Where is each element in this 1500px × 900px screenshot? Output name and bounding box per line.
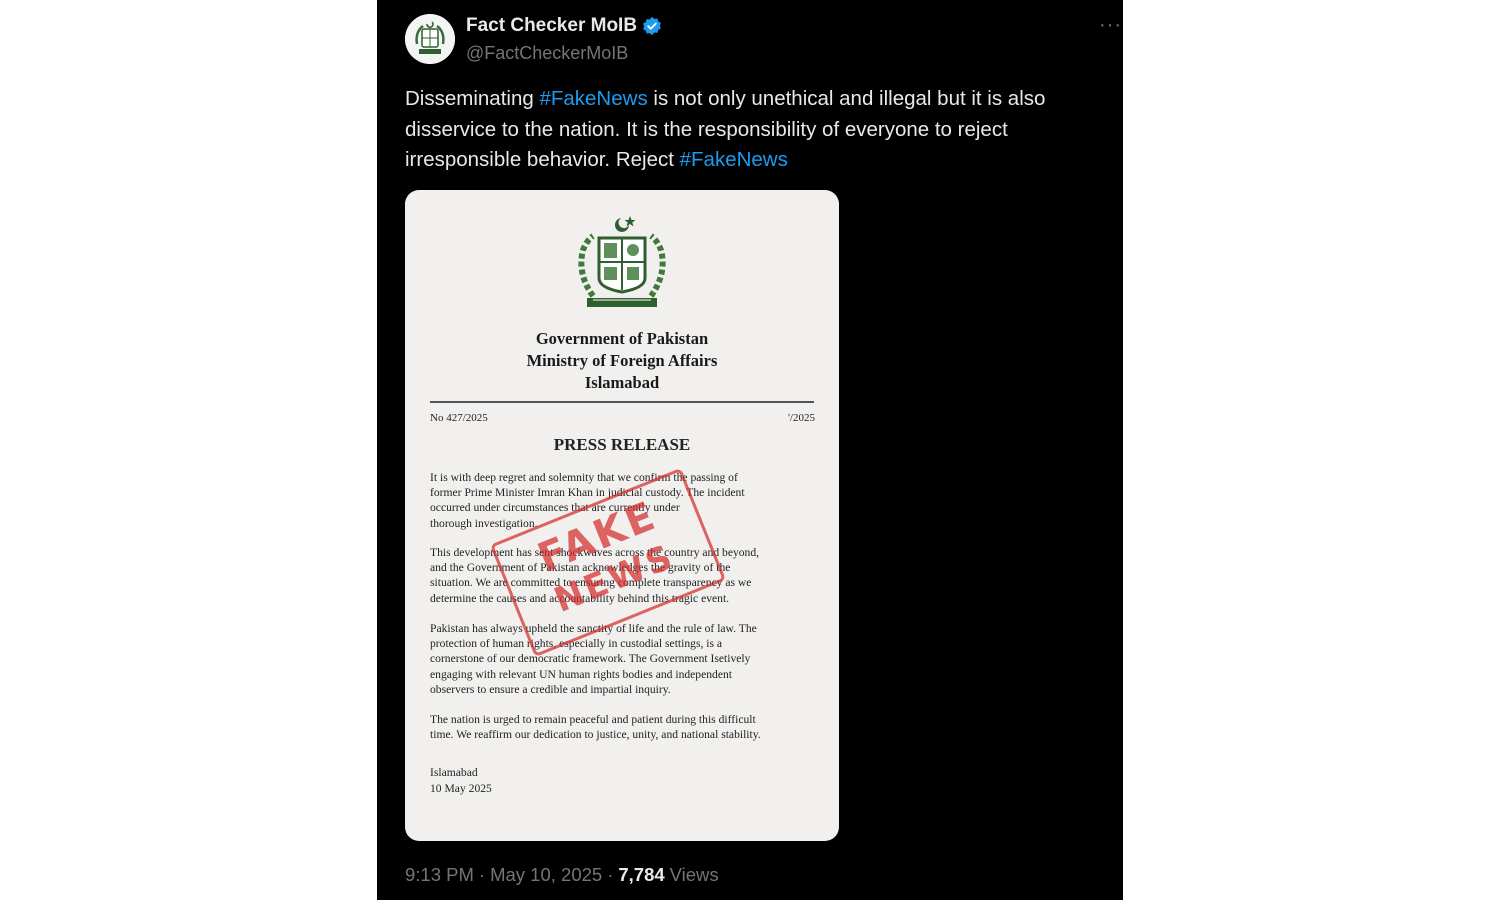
tweet-media-image[interactable]: Government of Pakistan Ministry of Forei… (405, 190, 839, 841)
hashtag-link[interactable]: #FakeNews (539, 87, 647, 110)
document-title: PRESS RELEASE (553, 435, 691, 454)
document-paragraph: The nation is urged to remain peaceful a… (430, 713, 761, 742)
tweet-meta: 9:13 PM · May 10, 2025 · 7,784 Views (405, 864, 719, 886)
author-handle[interactable]: @FactCheckerMoIB (466, 43, 628, 64)
document-header-line: Government of Pakistan (535, 329, 709, 348)
state-emblem-icon (578, 216, 666, 307)
hashtag-link[interactable]: #FakeNews (680, 148, 788, 171)
meta-separator: · (607, 864, 614, 885)
document-ref-date: '/2025 (787, 412, 815, 424)
crest-icon (405, 14, 455, 64)
document-paragraph: Pakistan has always upheld the sanctity … (430, 622, 757, 696)
more-horizontal-icon[interactable]: ··· (1099, 14, 1123, 37)
document-divider (430, 401, 814, 403)
views-label: Views (669, 864, 719, 885)
author-display-name[interactable]: Fact Checker MoIB (466, 15, 637, 37)
verified-badge-icon (643, 16, 661, 36)
press-release-document: Government of Pakistan Ministry of Forei… (405, 190, 839, 841)
avatar[interactable] (405, 14, 455, 64)
tweet-text: Disseminating #FakeNews is not only unet… (405, 84, 1105, 176)
tweet-text-part: Disseminating (405, 87, 540, 110)
document-ref-number: No 427/2025 (430, 412, 488, 424)
document-header-line: Islamabad (584, 373, 660, 392)
views-count: 7,784 (618, 864, 665, 885)
author-name-row[interactable]: Fact Checker MoIB (466, 15, 662, 37)
document-header-line: Ministry of Foreign Affairs (526, 351, 718, 370)
tweet-card: Fact Checker MoIB @FactCheckerMoIB ··· D… (377, 0, 1123, 900)
document-signoff-date: 10 May 2025 (430, 782, 492, 795)
meta-separator: · (478, 864, 486, 885)
tweet-date[interactable]: May 10, 2025 (490, 864, 602, 886)
tweet-time[interactable]: 9:13 PM (405, 864, 474, 886)
document-signoff-place: Islamabad (430, 766, 478, 779)
